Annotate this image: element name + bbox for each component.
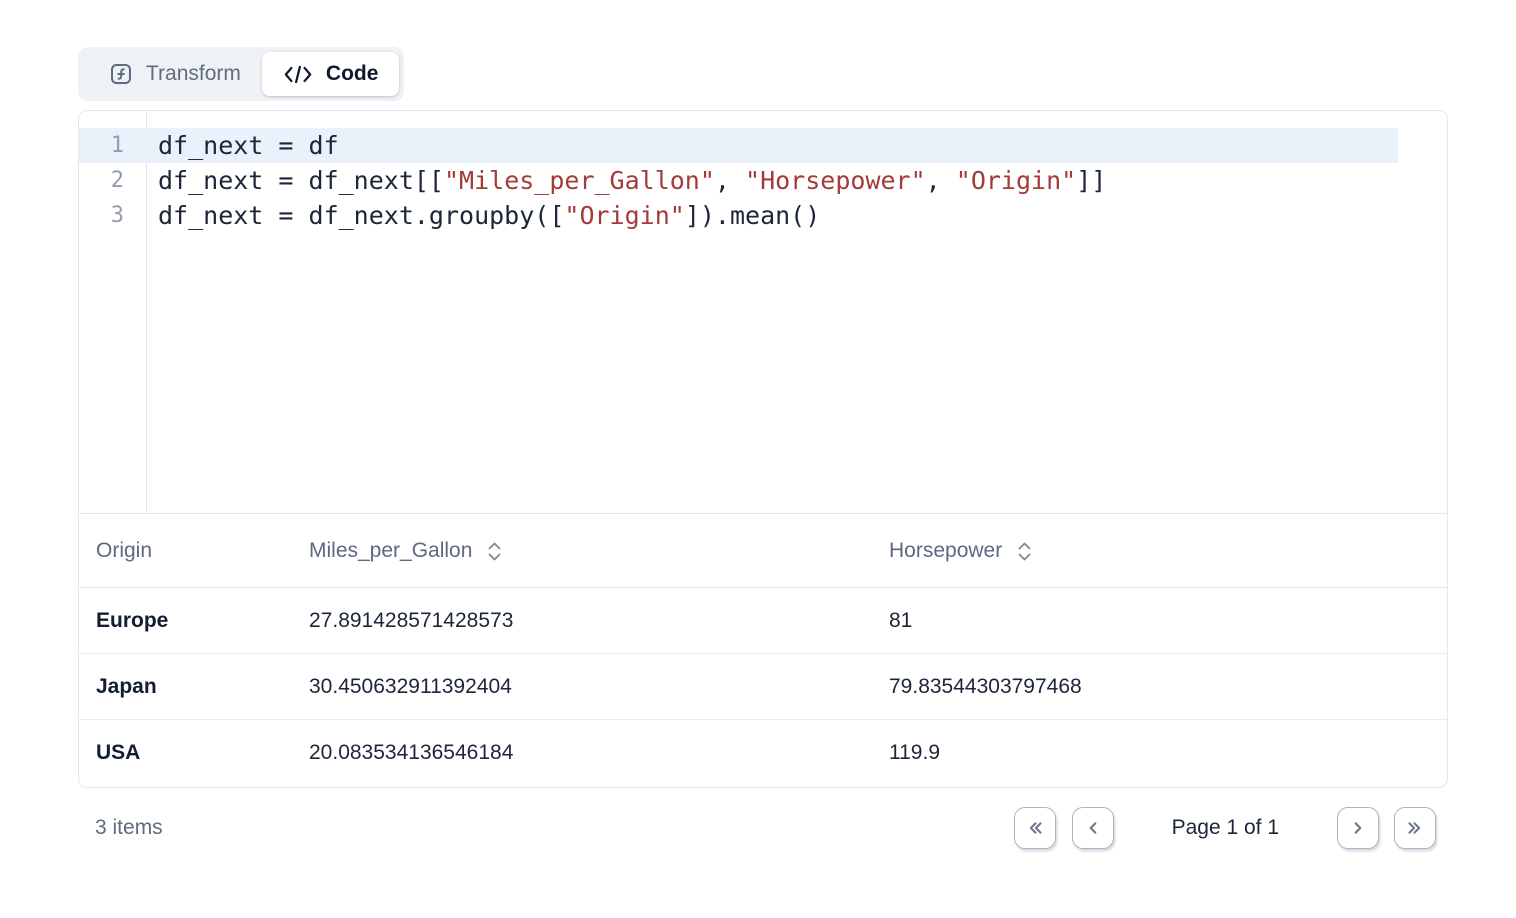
code-segment: "Origin" xyxy=(564,201,684,230)
code-icon xyxy=(283,65,313,84)
page-indicator: Page 1 of 1 xyxy=(1172,816,1279,840)
cell-miles-per-gallon: 20.083534136546184 xyxy=(309,741,889,765)
code-editor[interactable]: 1 df_next = df 2 df_next = df_next[["Mil… xyxy=(79,111,1447,513)
code-segment: df_next = df xyxy=(158,131,339,160)
code-line: 1 df_next = df xyxy=(79,128,1447,163)
result-table: Origin Miles_per_Gallon Horsepower xyxy=(79,513,1447,787)
line-number: 3 xyxy=(79,198,146,233)
code-line-text: df_next = df_next.groupby(["Origin"]).me… xyxy=(146,198,820,233)
first-page-button[interactable] xyxy=(1014,807,1056,849)
code-line: 3 df_next = df_next.groupby(["Origin"]).… xyxy=(79,198,1447,233)
view-tabbar: Transform Code xyxy=(78,47,404,101)
cell-origin: USA xyxy=(79,741,309,765)
line-number: 1 xyxy=(79,128,146,163)
sort-updown-icon[interactable] xyxy=(1017,541,1032,562)
code-segment: "Origin" xyxy=(956,166,1076,195)
cell-origin: Europe xyxy=(79,609,309,633)
chevron-left-icon xyxy=(1082,817,1104,839)
tab-transform[interactable]: Transform xyxy=(83,52,262,96)
code-segment: , xyxy=(926,166,956,195)
column-header-origin: Origin xyxy=(79,539,309,563)
app-page: Transform Code 1 df_next = df 2 df_next … xyxy=(0,0,1516,918)
cell-horsepower: 79.83544303797468 xyxy=(889,675,1447,699)
tab-code[interactable]: Code xyxy=(262,52,400,96)
column-header-horsepower-label: Horsepower xyxy=(889,539,1002,563)
line-number: 2 xyxy=(79,163,146,198)
chevrons-left-icon xyxy=(1024,817,1046,839)
code-segment: ]).mean() xyxy=(685,201,820,230)
last-page-button[interactable] xyxy=(1394,807,1436,849)
table-row: USA 20.083534136546184 119.9 xyxy=(79,720,1447,786)
chevron-right-icon xyxy=(1347,817,1369,839)
code-segment: "Miles_per_Gallon" xyxy=(444,166,715,195)
cell-miles-per-gallon: 27.891428571428573 xyxy=(309,609,889,633)
chevrons-right-icon xyxy=(1404,817,1426,839)
cell-origin: Japan xyxy=(79,675,309,699)
code-segment: , xyxy=(715,166,745,195)
table-row: Japan 30.450632911392404 79.835443037974… xyxy=(79,654,1447,720)
pagination: Page 1 of 1 xyxy=(1014,807,1436,849)
sort-updown-icon[interactable] xyxy=(487,541,502,562)
column-header-miles-per-gallon[interactable]: Miles_per_Gallon xyxy=(309,539,889,563)
table-footer: 3 items Page 1 of 1 xyxy=(78,788,1448,868)
code-segment: df_next = df_next.groupby([ xyxy=(158,201,564,230)
code-line: 2 df_next = df_next[["Miles_per_Gallon",… xyxy=(79,163,1447,198)
cell-horsepower: 81 xyxy=(889,609,1447,633)
code-segment: df_next = df_next[[ xyxy=(158,166,444,195)
function-icon xyxy=(109,62,133,86)
code-line-text: df_next = df_next[["Miles_per_Gallon", "… xyxy=(146,163,1106,198)
column-header-horsepower[interactable]: Horsepower xyxy=(889,539,1447,563)
column-header-origin-label: Origin xyxy=(96,539,152,563)
code-line-text: df_next = df xyxy=(146,128,339,163)
tab-transform-label: Transform xyxy=(146,62,241,86)
table-row: Europe 27.891428571428573 81 xyxy=(79,588,1447,654)
next-page-button[interactable] xyxy=(1337,807,1379,849)
items-count: 3 items xyxy=(95,816,163,840)
tab-code-label: Code xyxy=(326,62,379,86)
cell-horsepower: 119.9 xyxy=(889,741,1447,765)
code-segment: ]] xyxy=(1076,166,1106,195)
code-and-result-panel: 1 df_next = df 2 df_next = df_next[["Mil… xyxy=(78,110,1448,788)
prev-page-button[interactable] xyxy=(1072,807,1114,849)
cell-miles-per-gallon: 30.450632911392404 xyxy=(309,675,889,699)
column-header-miles-per-gallon-label: Miles_per_Gallon xyxy=(309,539,472,563)
table-header-row: Origin Miles_per_Gallon Horsepower xyxy=(79,514,1447,588)
code-segment: "Horsepower" xyxy=(745,166,926,195)
